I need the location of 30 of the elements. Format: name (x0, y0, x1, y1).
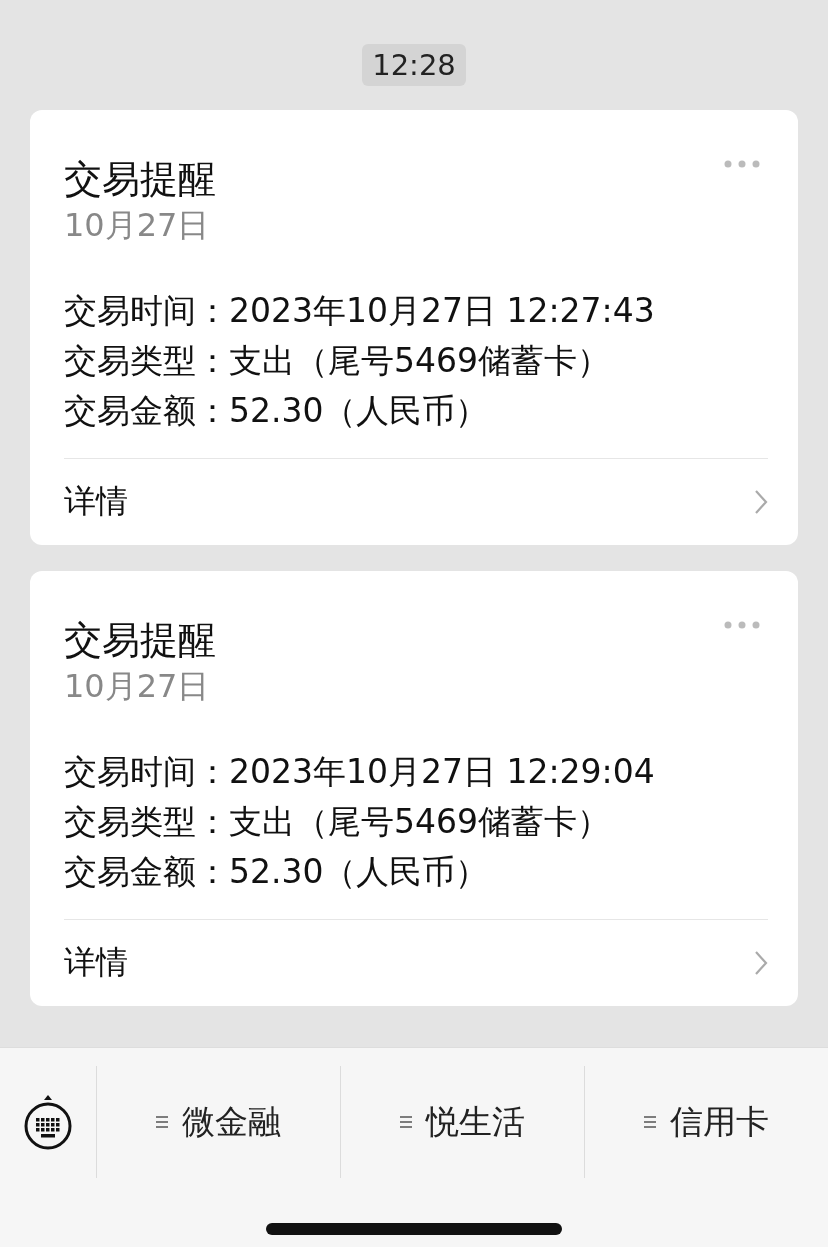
keyboard-icon[interactable] (23, 1093, 73, 1151)
menu-button[interactable]: 悦生活 (340, 1066, 584, 1178)
menu-icon (644, 1116, 656, 1128)
chevron-right-icon (754, 950, 768, 976)
chevron-right-icon (754, 489, 768, 515)
field-label: 交易金额： (64, 851, 229, 893)
card-date: 10月27日 (64, 666, 210, 707)
time-stamp: 12:28 (362, 44, 466, 86)
field-label: 交易金额： (64, 390, 229, 432)
field-label: 交易类型： (64, 801, 229, 843)
field-value: 2023年10月27日 12:27:43 (229, 290, 655, 332)
details-link[interactable]: 详情 (64, 941, 128, 985)
more-icon[interactable] (724, 621, 760, 629)
card-title: 交易提醒 (64, 156, 216, 203)
field-value: 52.30（人民币） (229, 390, 489, 432)
field-label: 交易类型： (64, 340, 229, 382)
menu-button[interactable]: 信用卡 (584, 1066, 828, 1178)
field-value: 支出（尾号5469储蓄卡） (229, 801, 610, 843)
details-link[interactable]: 详情 (64, 480, 128, 524)
card-title: 交易提醒 (64, 617, 216, 664)
field-label: 交易时间： (64, 290, 229, 332)
menu-button[interactable]: 微金融 (96, 1066, 340, 1178)
field-value: 52.30（人民币） (229, 851, 489, 893)
field-label: 交易时间： (64, 751, 229, 793)
menu-icon (156, 1116, 168, 1128)
field-value: 2023年10月27日 12:29:04 (229, 751, 655, 793)
card-date: 10月27日 (64, 205, 210, 246)
more-icon[interactable] (724, 160, 760, 168)
menu-icon (400, 1116, 412, 1128)
field-value: 支出（尾号5469储蓄卡） (229, 340, 610, 382)
